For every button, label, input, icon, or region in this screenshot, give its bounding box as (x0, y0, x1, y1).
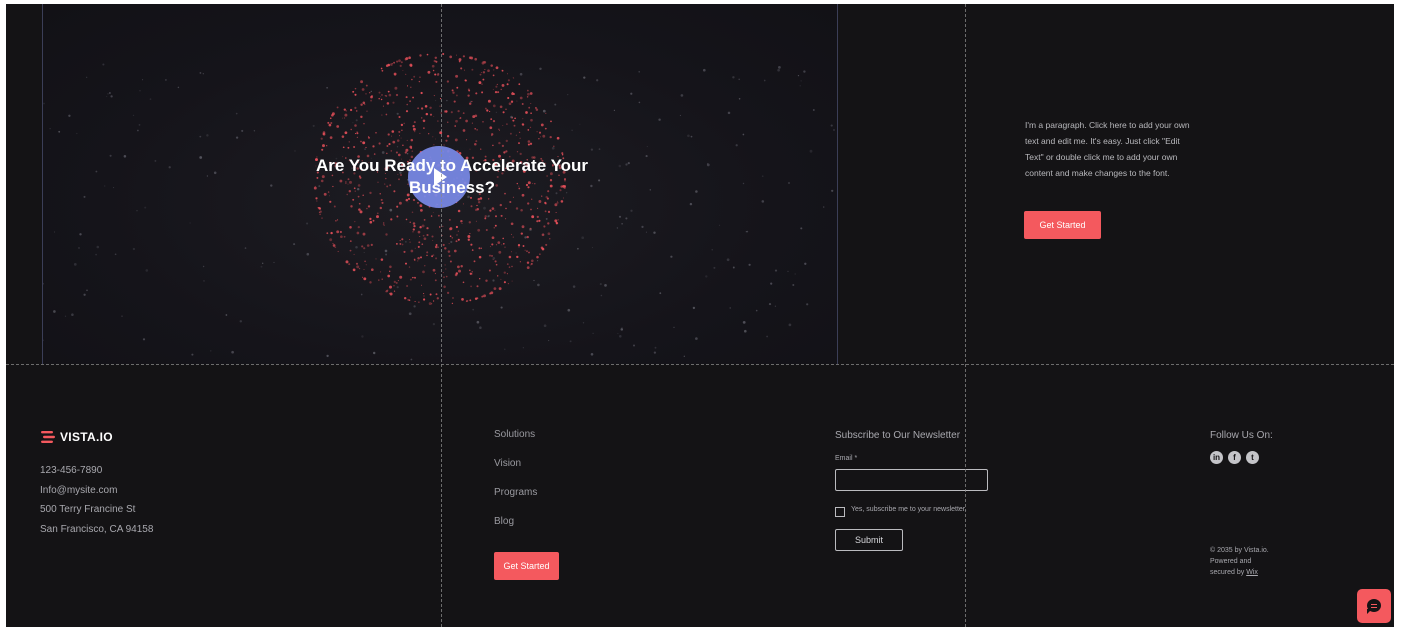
footer-get-started-button[interactable]: Get Started (494, 552, 559, 580)
copyright: © 2035 by Vista.io. Powered and secured … (1210, 545, 1300, 578)
logo-icon (41, 431, 55, 443)
hero-title: Are You Ready to Accelerate Your Busines… (315, 156, 589, 197)
copyright-line: Powered and (1210, 558, 1252, 565)
chat-button[interactable] (1357, 589, 1391, 623)
contact-phone: 123-456-7890 (40, 465, 103, 476)
guide-line (6, 364, 1394, 365)
submit-button[interactable]: Submit (835, 529, 903, 551)
logo-text: VISTA.IO (60, 430, 113, 444)
twitter-icon[interactable]: t (1246, 451, 1259, 464)
hero-get-started-button[interactable]: Get Started (1024, 211, 1101, 239)
linkedin-icon[interactable]: in (1210, 451, 1223, 464)
hero-paragraph: I'm a paragraph. Click here to add your … (1025, 120, 1190, 178)
subscribe-checkbox[interactable] (835, 507, 845, 517)
footer-nav-programs[interactable]: Programs (494, 487, 537, 498)
newsletter-title: Subscribe to Our Newsletter (835, 430, 961, 441)
site-page: Are You Ready to Accelerate Your Busines… (6, 4, 1394, 627)
logo[interactable]: VISTA.IO (40, 430, 113, 444)
contact-city: San Francisco, CA 94158 (40, 524, 154, 535)
copyright-line: secured by Wix (1210, 567, 1300, 578)
copyright-line: © 2035 by Vista.io. (1210, 547, 1269, 554)
footer-nav-solutions[interactable]: Solutions (494, 429, 535, 440)
email-label: Email * (835, 455, 858, 462)
follow-us-title: Follow Us On: (1210, 430, 1273, 441)
footer-nav-vision[interactable]: Vision (494, 458, 521, 469)
footer-nav-blog[interactable]: Blog (494, 516, 514, 527)
contact-street: 500 Terry Francine St (40, 504, 136, 515)
wix-link[interactable]: Wix (1246, 569, 1258, 576)
guide-line (441, 4, 442, 627)
subscribe-checkbox-label[interactable]: Yes, subscribe me to your newsletter. (851, 506, 967, 513)
contact-email[interactable]: Info@mysite.com (40, 481, 240, 501)
facebook-icon[interactable]: f (1228, 451, 1241, 464)
chat-icon (1367, 599, 1381, 614)
guide-line (965, 4, 966, 627)
copyright-prefix: secured by (1210, 569, 1245, 576)
